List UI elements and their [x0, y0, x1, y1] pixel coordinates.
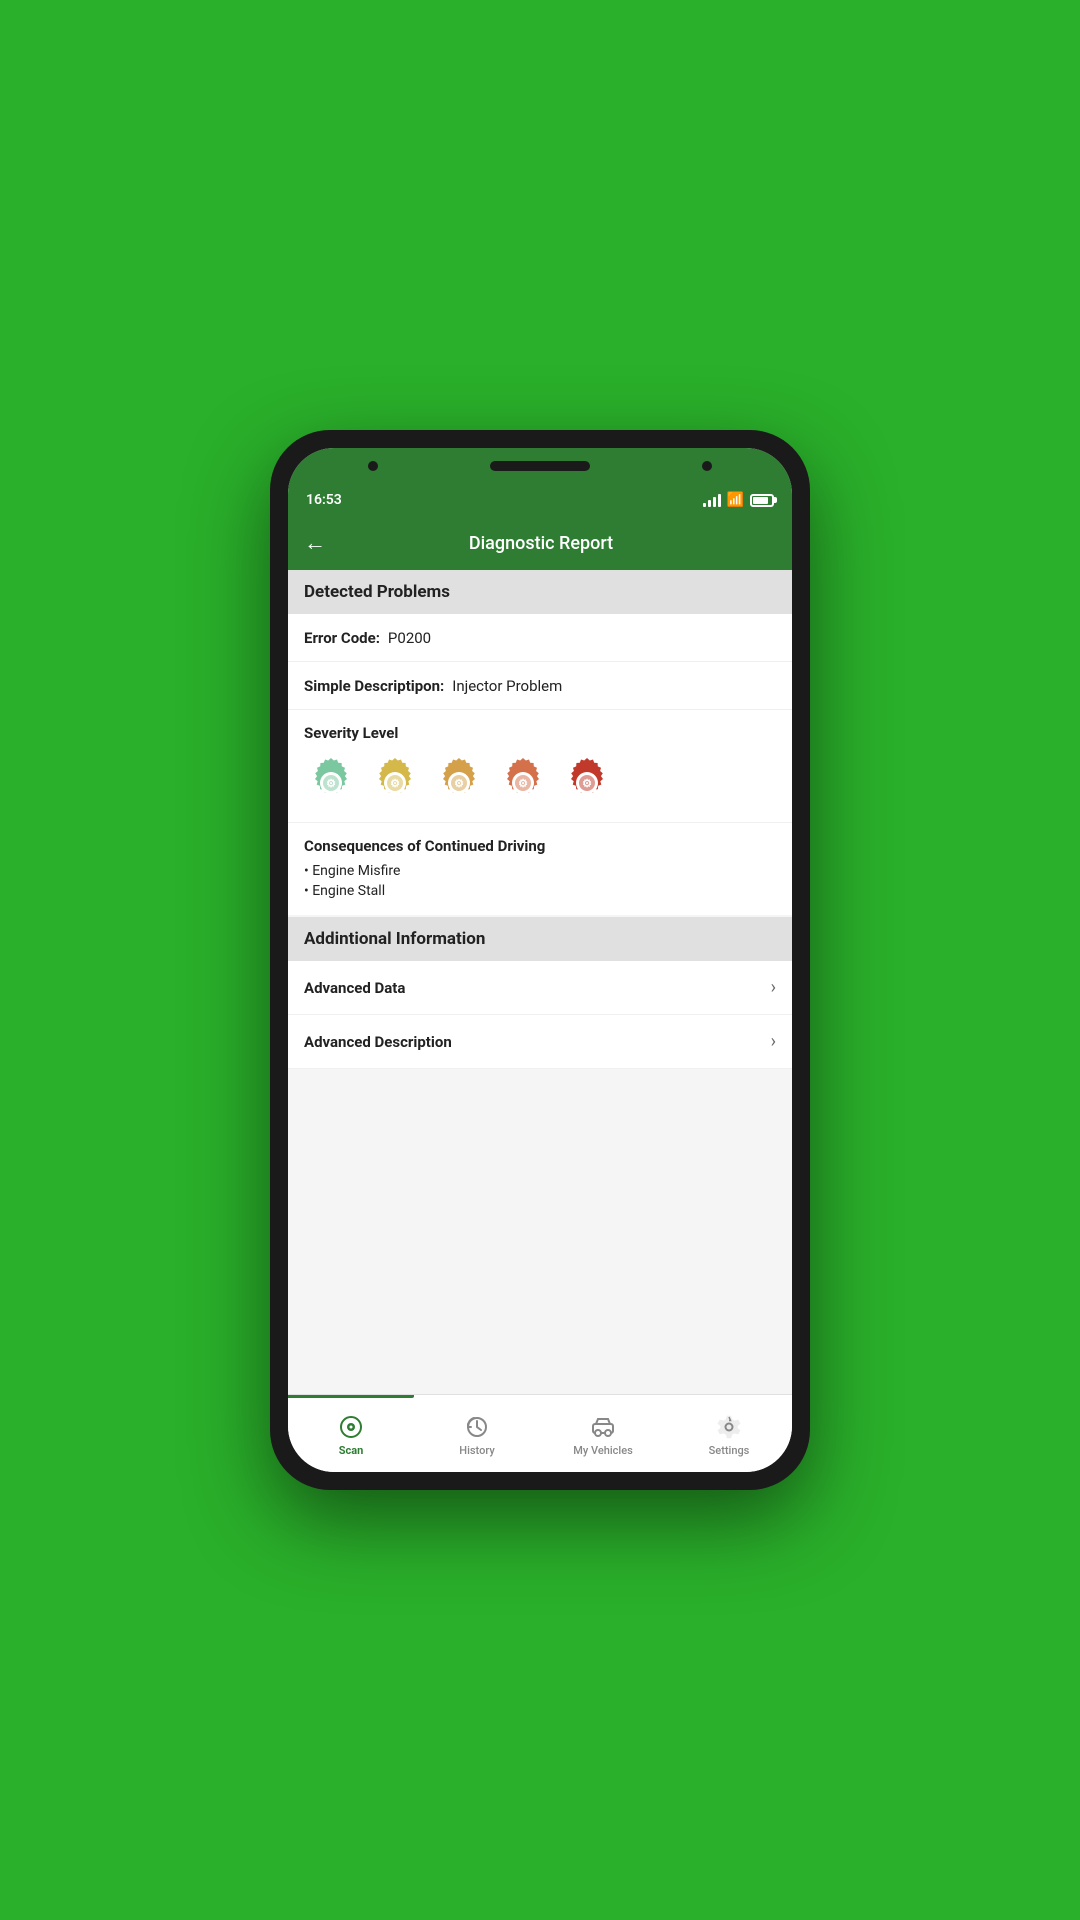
svg-text:⚙: ⚙ [390, 777, 400, 790]
settings-nav-label: Settings [709, 1444, 750, 1457]
severity-icons: ⚙ ⚙ ⚙ ⚙ ⚙ [304, 754, 776, 808]
additional-info-row-1[interactable]: Advanced Description › [288, 1015, 792, 1069]
status-time: 16:53 [306, 492, 342, 508]
status-bar: 16:53 📶 [288, 484, 792, 516]
error-code-label: Error Code: [304, 629, 380, 647]
phone-screen: 16:53 📶 ← Diagnostic Report [288, 448, 792, 1472]
phone-frame: 16:53 📶 ← Diagnostic Report [270, 430, 810, 1490]
severity-label: Severity Level [304, 724, 776, 742]
history-nav-icon [464, 1414, 490, 1440]
scan-nav-icon [338, 1414, 364, 1440]
severity-gear-4: ⚙ [496, 754, 550, 808]
battery-icon [750, 494, 774, 507]
additional-info-row-0[interactable]: Advanced Data › [288, 961, 792, 1015]
scan-nav-label: Scan [339, 1444, 364, 1457]
back-button[interactable]: ← [304, 530, 326, 556]
additional-info-header: Addintional Information [288, 917, 792, 961]
wifi-icon: 📶 [727, 492, 744, 508]
info-row-label: Advanced Data [304, 979, 405, 997]
additional-info-title: Addintional Information [304, 929, 485, 949]
svg-text:⚙: ⚙ [518, 777, 528, 790]
severity-gear-2: ⚙ [368, 754, 422, 808]
problems-card: Error Code: P0200 Simple Descriptipon: I… [288, 614, 792, 915]
consequence-item: • Engine Stall [304, 881, 776, 901]
simple-desc-value: Injector Problem [452, 677, 562, 695]
additional-info-rows: Advanced Data › Advanced Description › [288, 961, 792, 1069]
main-content: Detected Problems Error Code: P0200 Simp… [288, 570, 792, 1394]
svg-text:⚙: ⚙ [326, 777, 336, 790]
simple-desc-label: Simple Descriptipon: [304, 677, 444, 695]
phone-notch [288, 448, 792, 484]
notch-bar [490, 461, 590, 471]
chevron-right-icon: › [771, 977, 776, 998]
error-code-row: Error Code: P0200 [288, 614, 792, 662]
detected-problems-title: Detected Problems [304, 582, 450, 602]
camera-right [702, 461, 712, 471]
nav-item-scan[interactable]: Scan [288, 1395, 414, 1472]
my-vehicles-nav-icon [590, 1414, 616, 1440]
app-header: ← Diagnostic Report [288, 516, 792, 570]
detected-problems-header: Detected Problems [288, 570, 792, 614]
consequences-title: Consequences of Continued Driving [304, 837, 776, 855]
nav-item-my-vehicles[interactable]: My Vehicles [540, 1395, 666, 1472]
status-icons: 📶 [703, 492, 774, 508]
page-title: Diagnostic Report [342, 533, 740, 554]
nav-item-settings[interactable]: Settings [666, 1395, 792, 1472]
bottom-nav: Scan History My Vehicles Settings [288, 1394, 792, 1472]
severity-row: Severity Level ⚙ ⚙ ⚙ ⚙ ⚙ [288, 710, 792, 823]
settings-nav-icon [716, 1414, 742, 1440]
signal-icon [703, 493, 721, 507]
consequence-item: • Engine Misfire [304, 861, 776, 881]
history-nav-label: History [459, 1444, 494, 1457]
my-vehicles-nav-label: My Vehicles [573, 1444, 633, 1457]
simple-desc-row: Simple Descriptipon: Injector Problem [288, 662, 792, 710]
consequences-row: Consequences of Continued Driving • Engi… [288, 823, 792, 915]
chevron-right-icon: › [771, 1031, 776, 1052]
nav-item-history[interactable]: History [414, 1395, 540, 1472]
consequences-list: • Engine Misfire• Engine Stall [304, 861, 776, 901]
svg-text:⚙: ⚙ [454, 777, 464, 790]
severity-gear-1: ⚙ [304, 754, 358, 808]
severity-gear-3: ⚙ [432, 754, 486, 808]
camera-left [368, 461, 378, 471]
info-row-label: Advanced Description [304, 1033, 452, 1051]
error-code-value: P0200 [388, 629, 431, 647]
svg-text:⚙: ⚙ [582, 777, 592, 790]
severity-gear-5: ⚙ [560, 754, 614, 808]
